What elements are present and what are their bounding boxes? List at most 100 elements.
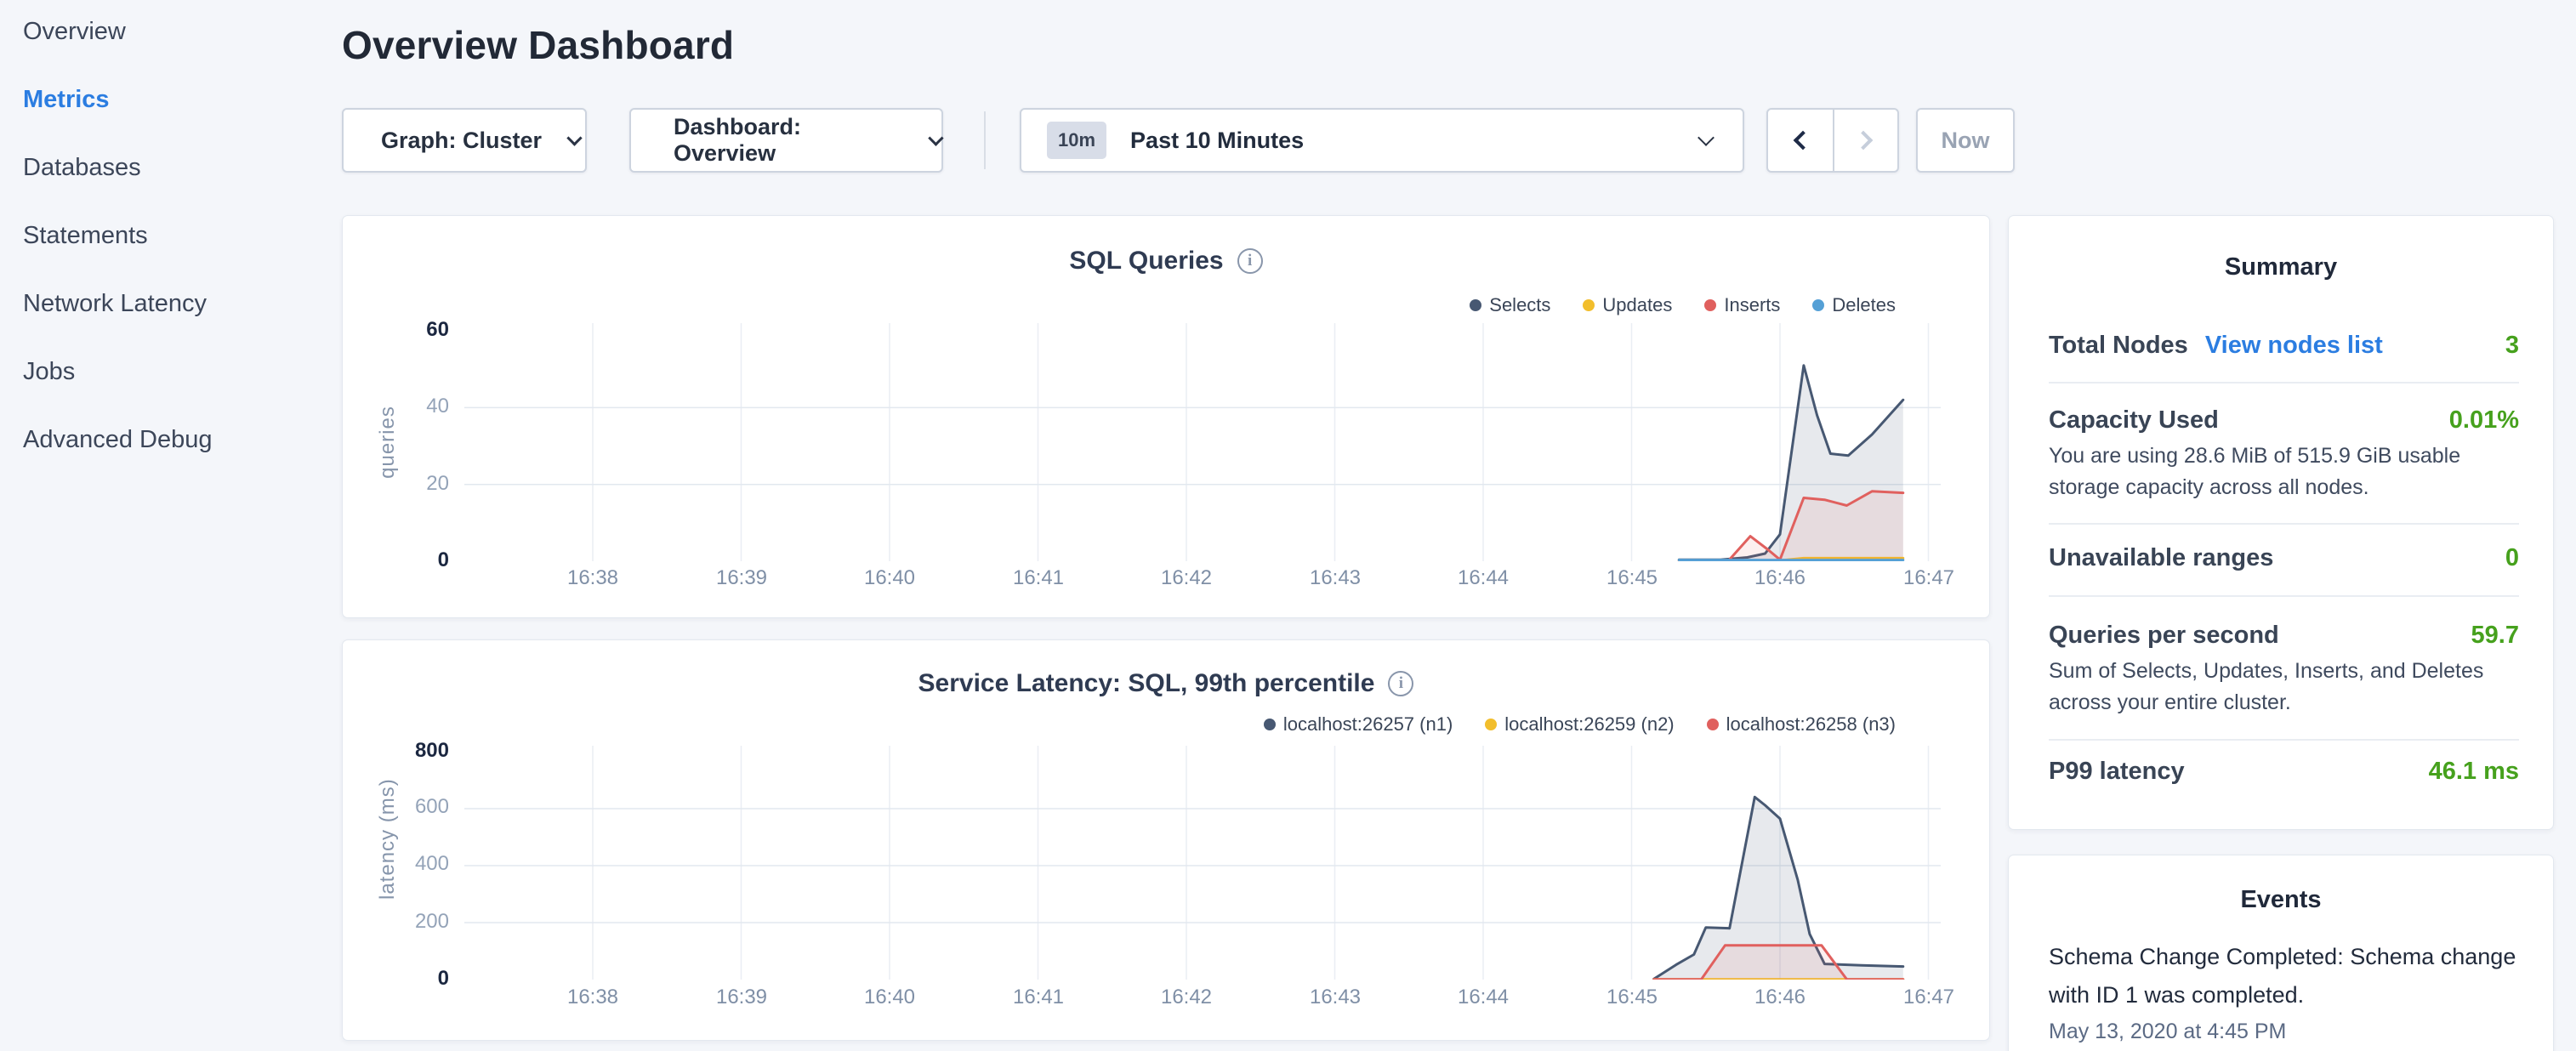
- dashboard-dropdown-label: Dashboard: Overview: [674, 114, 900, 167]
- x-tick: 16:47: [1878, 986, 1980, 1009]
- event-message[interactable]: Schema Change Completed: Schema change w…: [2049, 938, 2519, 1014]
- summary-title: Summary: [2009, 253, 2553, 281]
- x-tick: 16:44: [1432, 566, 1534, 590]
- sidebar-item-network-latency[interactable]: Network Latency: [23, 289, 323, 318]
- series-dot: [1470, 299, 1481, 311]
- graph-dropdown-label: Graph: Cluster: [381, 128, 542, 154]
- chevron-down-icon: [1697, 129, 1714, 146]
- summary-row-unavailable-ranges: Unavailable ranges 0: [2049, 544, 2519, 572]
- sql-queries-plot[interactable]: [464, 323, 1941, 561]
- qps-description: Sum of Selects, Updates, Inserts, and De…: [2049, 656, 2522, 719]
- y-tick: 800: [368, 738, 449, 764]
- info-icon[interactable]: i: [1388, 671, 1413, 696]
- y-tick: 40: [368, 394, 449, 419]
- y-tick: 60: [368, 317, 449, 343]
- time-range-dropdown[interactable]: 10m Past 10 Minutes: [1020, 108, 1744, 173]
- series-dot: [1812, 299, 1824, 311]
- x-tick: 16:40: [839, 986, 941, 1009]
- x-tick: 16:44: [1432, 986, 1534, 1009]
- x-tick: 16:46: [1729, 986, 1831, 1009]
- chevron-left-icon: [1794, 131, 1813, 151]
- series-dot: [1583, 299, 1595, 311]
- time-pager: [1766, 108, 1899, 173]
- series-dot: [1264, 719, 1276, 730]
- service-latency-chart-card: Service Latency: SQL, 99th percentile i …: [342, 639, 1990, 1041]
- summary-row-p99-latency: P99 latency 46.1 ms: [2049, 758, 2519, 786]
- series-dot: [1485, 719, 1497, 730]
- y-tick: 200: [368, 909, 449, 935]
- service-latency-plot[interactable]: [464, 746, 1941, 980]
- capacity-used-description: You are using 28.6 MiB of 515.9 GiB usab…: [2049, 440, 2522, 503]
- x-tick: 16:39: [691, 986, 793, 1009]
- capacity-used-value: 0.01%: [2449, 406, 2519, 435]
- chevron-down-icon: [566, 130, 582, 145]
- chart-title: SQL Queries: [1069, 247, 1223, 276]
- x-tick: 16:39: [691, 566, 793, 590]
- legend-item-n3[interactable]: localhost:26258 (n3): [1707, 713, 1896, 736]
- legend-item-selects[interactable]: Selects: [1470, 294, 1550, 316]
- unavailable-ranges-value: 0: [2505, 544, 2519, 572]
- qps-value: 59.7: [2471, 622, 2519, 650]
- x-tick: 16:42: [1135, 986, 1237, 1009]
- summary-row-capacity-used: Capacity Used 0.01%: [2049, 406, 2519, 435]
- p99-latency-value: 46.1 ms: [2429, 758, 2519, 786]
- divider: [2049, 739, 2519, 741]
- legend-item-n1[interactable]: localhost:26257 (n1): [1264, 713, 1453, 736]
- chart-title: Service Latency: SQL, 99th percentile: [918, 669, 1375, 698]
- x-tick: 16:46: [1729, 566, 1831, 590]
- db-console-screen: Overview Metrics Databases Statements Ne…: [0, 0, 2576, 1051]
- legend-item-deletes[interactable]: Deletes: [1812, 294, 1896, 316]
- x-tick: 16:38: [542, 986, 644, 1009]
- info-icon[interactable]: i: [1237, 248, 1263, 274]
- x-tick: 16:47: [1878, 566, 1980, 590]
- y-tick: 600: [368, 794, 449, 820]
- page-title: Overview Dashboard: [342, 22, 734, 68]
- chart-legend: Selects Updates Inserts Deletes: [1470, 294, 1896, 316]
- y-tick: 0: [368, 548, 449, 573]
- time-range-label: Past 10 Minutes: [1130, 128, 1304, 154]
- events-title: Events: [2009, 886, 2553, 914]
- chart-legend: localhost:26257 (n1) localhost:26259 (n2…: [1264, 713, 1896, 736]
- summary-panel: Summary Total Nodes View nodes list 3 Ca…: [2008, 215, 2554, 830]
- divider: [2049, 595, 2519, 597]
- view-nodes-link[interactable]: View nodes list: [2205, 332, 2383, 360]
- dashboard-dropdown[interactable]: Dashboard: Overview: [629, 108, 943, 173]
- legend-item-inserts[interactable]: Inserts: [1704, 294, 1780, 316]
- series-dot: [1704, 299, 1716, 311]
- sidebar-item-advanced-debug[interactable]: Advanced Debug: [23, 425, 323, 454]
- time-back-button[interactable]: [1768, 110, 1833, 171]
- graph-dropdown[interactable]: Graph: Cluster: [342, 108, 587, 173]
- time-forward-button[interactable]: [1833, 110, 1897, 171]
- chevron-right-icon: [1854, 131, 1874, 151]
- sidebar-item-statements[interactable]: Statements: [23, 221, 323, 250]
- sidebar-item-overview[interactable]: Overview: [23, 17, 323, 46]
- legend-item-updates[interactable]: Updates: [1583, 294, 1672, 316]
- events-panel: Events Schema Change Completed: Schema c…: [2008, 855, 2554, 1051]
- y-tick: 20: [368, 471, 449, 497]
- chevron-down-icon: [929, 130, 944, 145]
- controls-divider: [984, 111, 986, 169]
- x-tick: 16:38: [542, 566, 644, 590]
- sidebar-item-metrics[interactable]: Metrics: [23, 85, 323, 114]
- sidebar-item-jobs[interactable]: Jobs: [23, 357, 323, 386]
- x-tick: 16:45: [1581, 986, 1683, 1009]
- y-tick: 400: [368, 851, 449, 877]
- legend-item-n2[interactable]: localhost:26259 (n2): [1485, 713, 1674, 736]
- x-tick: 16:42: [1135, 566, 1237, 590]
- x-tick: 16:43: [1284, 566, 1386, 590]
- now-button[interactable]: Now: [1916, 108, 2015, 173]
- summary-row-total-nodes: Total Nodes View nodes list 3: [2049, 332, 2519, 360]
- sidebar-item-databases[interactable]: Databases: [23, 153, 323, 182]
- summary-row-qps: Queries per second 59.7: [2049, 622, 2519, 650]
- x-tick: 16:43: [1284, 986, 1386, 1009]
- sql-queries-chart-card: SQL Queries i Selects Updates Inserts De…: [342, 215, 1990, 618]
- y-tick: 0: [368, 966, 449, 991]
- sidebar: Overview Metrics Databases Statements Ne…: [0, 0, 323, 454]
- divider: [2049, 382, 2519, 383]
- x-tick: 16:40: [839, 566, 941, 590]
- x-tick: 16:45: [1581, 566, 1683, 590]
- series-dot: [1707, 719, 1719, 730]
- x-tick: 16:41: [987, 986, 1089, 1009]
- event-timestamp: May 13, 2020 at 4:45 PM: [2049, 1020, 2519, 1044]
- time-range-badge: 10m: [1047, 122, 1106, 159]
